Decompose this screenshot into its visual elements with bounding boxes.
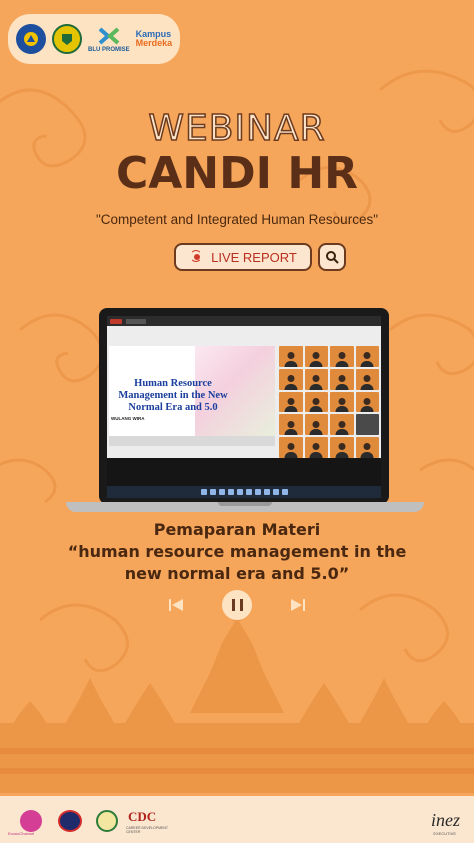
- participant-tile: [279, 414, 303, 436]
- participant-tile: [330, 437, 354, 458]
- caption-line-1: Pemaparan Materi: [153, 520, 321, 539]
- participant-tile: [355, 414, 379, 436]
- event-title: CANDI HR: [115, 148, 359, 199]
- participant-tile: [304, 437, 328, 458]
- pause-button[interactable]: [222, 590, 252, 620]
- session-caption: Pemaparan Materi “human resource managem…: [0, 519, 474, 585]
- event-tagline: "Competent and Integrated Human Resource…: [96, 212, 378, 227]
- blu-logo: BLU PROMISE: [88, 25, 130, 53]
- taskbar-app-icon: [218, 489, 225, 495]
- taskbar-app-icon: [281, 489, 288, 495]
- merdeka-label: Merdeka: [135, 38, 173, 48]
- econochannel-logo: [20, 810, 42, 832]
- taskbar-app-icon: [263, 489, 270, 495]
- participant-tile: [279, 368, 303, 390]
- skip-next-icon[interactable]: [290, 597, 306, 613]
- taskbar-app-icon: [245, 489, 252, 495]
- meeting-titlebar: [107, 316, 381, 326]
- participant-tile: [330, 368, 354, 390]
- partner-logo-3: [96, 810, 118, 832]
- live-report-bar: LIVE REPORT: [174, 243, 346, 271]
- pause-icon-bar: [231, 599, 235, 611]
- taskbar-app-icon: [227, 489, 234, 495]
- live-report-label: LIVE REPORT: [211, 249, 297, 265]
- participant-tile: [304, 414, 328, 436]
- media-controls: [0, 590, 474, 620]
- taskbar-app-icon: [272, 489, 279, 495]
- broadcast-icon: [189, 249, 205, 265]
- laptop-base: [66, 502, 424, 512]
- skip-previous-icon[interactable]: [168, 597, 184, 613]
- screen-dark-area: [107, 458, 381, 486]
- econochannel-caption: EconoChannel: [8, 831, 35, 836]
- presentation-slide: Human Resource Management in the New Nor…: [109, 346, 275, 446]
- windows-taskbar: [107, 486, 381, 498]
- partner-logo-2: [58, 810, 82, 832]
- tut-wuri-handayani-logo: [16, 24, 46, 54]
- taskbar-app-icon: [209, 489, 216, 495]
- university-crest-logo: [52, 24, 82, 54]
- video-call-screenshot: Human Resource Management in the New Nor…: [107, 316, 381, 498]
- caption-line-3: new normal era and 5.0”: [124, 564, 350, 583]
- poster: BLU PROMISE Kampus Merdeka WEBINAR CANDI…: [0, 0, 474, 843]
- participant-tile: [304, 346, 328, 367]
- participant-tile: [330, 346, 354, 367]
- sponsor-footer: EconoChannel CDC CAREER DEVELOPMENT CENT…: [0, 796, 474, 843]
- participant-tile: [279, 391, 303, 413]
- participant-tile: [355, 368, 379, 390]
- slide-title: Human Resource Management in the New Nor…: [118, 378, 228, 413]
- inez-logo: inez: [431, 810, 460, 830]
- cdc-subtitle: CAREER DEVELOPMENT CENTER: [126, 826, 168, 834]
- participant-tile: [304, 391, 328, 413]
- pause-icon-bar: [239, 599, 243, 611]
- participant-tile: [279, 437, 303, 458]
- cdc-logo-text: CDC: [128, 809, 157, 824]
- slide-footer-bar: [109, 436, 275, 446]
- partner-logos-bar: BLU PROMISE Kampus Merdeka: [8, 14, 180, 64]
- live-report-button[interactable]: LIVE REPORT: [174, 243, 312, 271]
- window-tab: [126, 318, 146, 324]
- laptop-screen: Human Resource Management in the New Nor…: [99, 308, 389, 504]
- inez-subtitle: EXECUTIVE: [433, 831, 456, 836]
- taskbar-app-icon: [200, 489, 207, 495]
- search-button[interactable]: [318, 243, 346, 271]
- participant-tile: [355, 346, 379, 367]
- taskbar-app-icon: [254, 489, 261, 495]
- recording-indicator: [110, 318, 122, 324]
- search-icon: [326, 251, 339, 264]
- participant-tile: [330, 391, 354, 413]
- kampus-merdeka-logo: Kampus Merdeka: [136, 30, 173, 48]
- participant-tile: [279, 346, 303, 367]
- participant-tile: [304, 368, 328, 390]
- webinar-heading: WEBINAR: [148, 107, 326, 150]
- taskbar-app-icon: [236, 489, 243, 495]
- participant-tile: [355, 437, 379, 458]
- blu-label: BLU PROMISE: [88, 47, 130, 53]
- participant-tile: [355, 391, 379, 413]
- participant-grid: [279, 346, 379, 458]
- caption-line-2: “human resource management in the: [67, 542, 407, 561]
- slide-presenter-name: WULANG WIRA: [111, 416, 145, 421]
- participant-tile: [330, 414, 354, 436]
